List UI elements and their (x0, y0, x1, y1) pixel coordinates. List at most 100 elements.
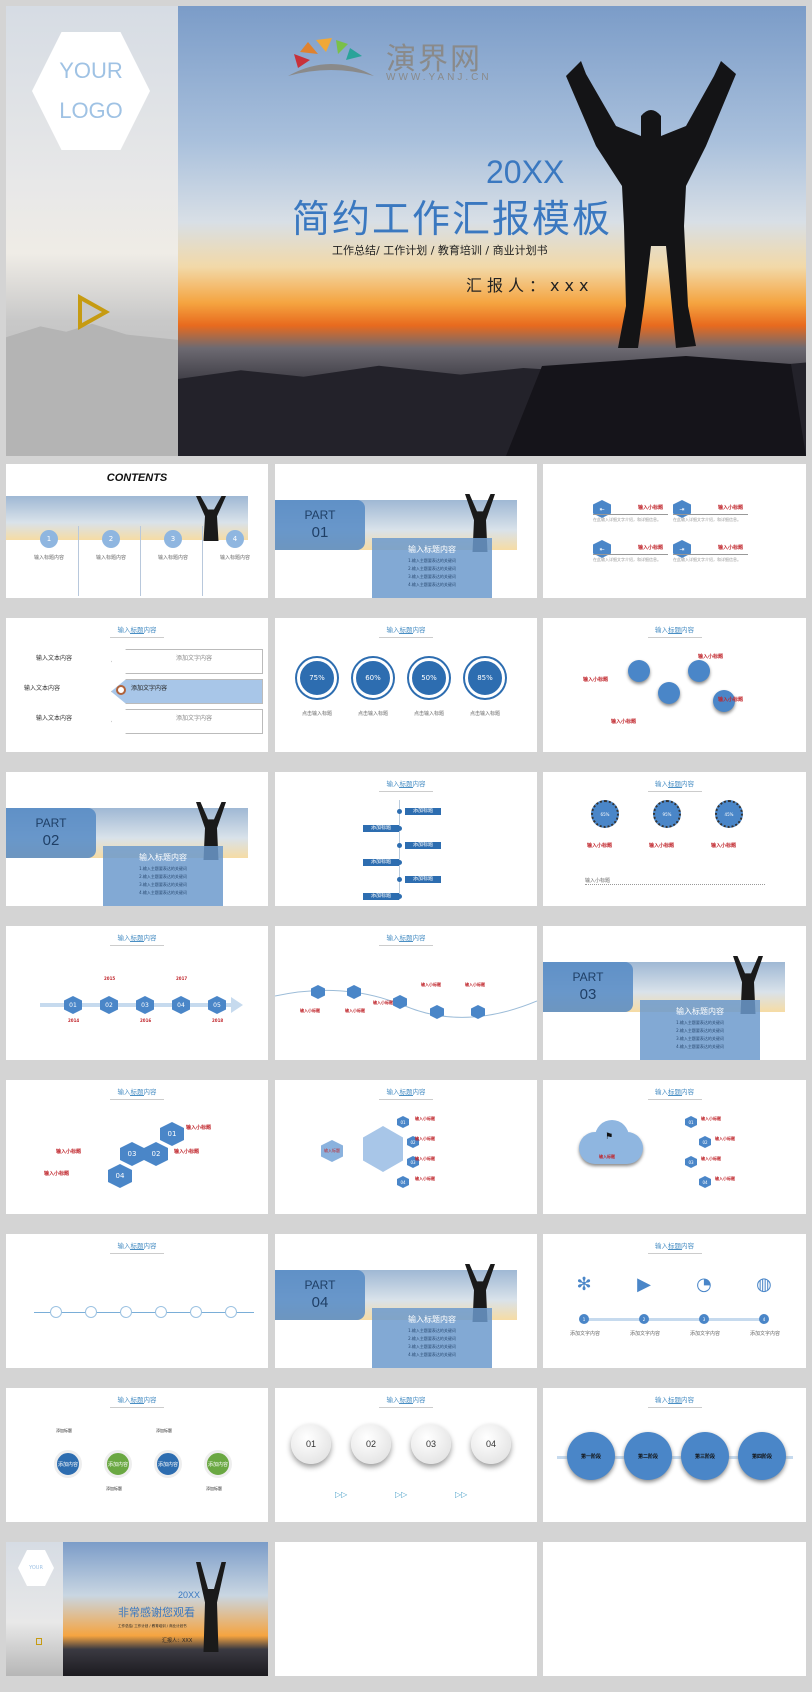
timeline-axis (399, 800, 400, 900)
slide-part-2[interactable]: PART 02 输入标题内容 1.输入主题要表达的关键词 2.输入主题要表达的关键词 3.… (6, 772, 268, 906)
slide-progress-rings[interactable]: 输入标题内容 75% 点击输入标题 60% 点击输入标题 50% 点击输入标题 85% 点击输入… (275, 618, 537, 752)
cloud-hex: 04 (699, 1176, 711, 1188)
small-title: 输入小标题 (698, 654, 724, 660)
wave-title: 添加标题 (106, 1486, 122, 1491)
timeline-node (85, 1306, 97, 1318)
slide-connected-circles[interactable]: 输入标题内容 输入小标题 输入小标题 输入小标题 输入小标题 (543, 618, 806, 752)
title-underline (667, 1403, 682, 1404)
title-underline (130, 1095, 144, 1096)
cloud-hex: 01 (685, 1116, 697, 1128)
small-desc: 在此输入详细文字介绍，和详细信息。 (673, 557, 741, 562)
cluster-hex: 02 (144, 1142, 168, 1166)
part-label-box: PART 03 (543, 962, 633, 1012)
slide-vertical-timeline[interactable]: 输入标题内容 添加标题 添加标题 添加标题 添加标题 添加标题 添加标题 (275, 772, 537, 906)
right-item: 添加文字内容 (131, 685, 168, 692)
title-underline (130, 633, 144, 634)
small-title: 输入小标题 (583, 677, 609, 683)
timeline-dot (397, 860, 402, 865)
part-keyword: 2.输入主题要表达的关键词 (676, 1028, 724, 1033)
slide-arrow-timeline[interactable]: 输入标题内容 01 2014 02 2015 03 2016 04 2017 05 2018 (6, 926, 268, 1060)
contents-number: 3 (164, 530, 182, 548)
cover-reporter: 汇报人：xxx (466, 276, 594, 295)
ring-label: 点击输入标题 (357, 711, 388, 717)
slide-curve-timeline[interactable]: 输入标题内容 输入小标题 输入小标题 输入小标题 输入小标题 输入小标题 (275, 926, 537, 1060)
part-keyword: 4.输入主题要表达的关键词 (676, 1044, 724, 1049)
cloud-label: 输入标题 (599, 1154, 615, 1159)
title-divider (647, 1099, 702, 1100)
clock-icon: ◔ (696, 1274, 712, 1295)
part-label: PART (304, 1278, 336, 1292)
cover-title: 简约工作汇报模板 (292, 197, 613, 241)
progress-ring: 60% (353, 658, 393, 698)
part-keyword: 2.输入主题要表达的关键词 (139, 874, 187, 879)
contents-number: 4 (226, 530, 244, 548)
title-underline (399, 787, 413, 788)
progress-ring: 85% (465, 658, 505, 698)
ring-label: 点击输入标题 (469, 711, 500, 717)
slide-3d-buttons[interactable]: 输入标题内容 01 ▷▷ 02 ▷▷ 03 ▷▷ 04 (275, 1388, 537, 1522)
3d-button: 04 (471, 1424, 511, 1464)
3d-button: 01 (291, 1424, 331, 1464)
part-number: 01 (311, 524, 329, 541)
strip-mountain (6, 323, 178, 456)
title-underline (130, 941, 144, 942)
slide-dials[interactable]: 输入标题内容 65% 输入小标题 95% 输入小标题 45% 输入小标题 输入小标题 (543, 772, 806, 906)
title-divider (379, 637, 433, 638)
small-title: 输入小标题 (465, 982, 485, 987)
slide-cloud[interactable]: 输入标题内容 ⚑ 输入标题 01 输入小标题 02 输入小标题 03 输入小标题 04 输入小标题 (543, 1080, 806, 1214)
line (593, 554, 668, 555)
dial: 65% (591, 800, 619, 828)
play-triangle-icon[interactable] (78, 294, 110, 330)
hex-icon: ⇥ (673, 500, 691, 518)
slide-part-4[interactable]: PART 04 输入标题内容 1.输入主题要表达的关键词 2.输入主题要表达的关键词 3.… (275, 1234, 537, 1368)
cluster-hex: 03 (120, 1142, 144, 1166)
right-item: 添加文字内容 (176, 715, 213, 722)
small-title: 输入小标题 (711, 843, 737, 849)
fan-icon: ✻ (576, 1274, 592, 1295)
slide-blank-1[interactable] (275, 1542, 537, 1676)
cover-slide[interactable]: YOUR LOGO 演界网 WWW.YANJ.CN 20XX 简约工作汇报模板 … (6, 6, 806, 456)
title-underline (667, 787, 682, 788)
slide-closing[interactable]: YOUR 20XX 非常感谢您观看 工作总结/ 工作计划 / 教育培训 / 商业计划书… (6, 1542, 268, 1676)
slide-arrow-list[interactable]: 输入标题内容 输入文本内容 添加文字内容 输入文本内容 添加文字内容 输入文本内容 添加文字… (6, 618, 268, 752)
dial: 45% (715, 800, 743, 828)
part-title-box: 输入标题内容 1.输入主题要表达的关键词 2.输入主题要表达的关键词 3.输入主题要表… (640, 1000, 760, 1060)
slide-hex-cluster[interactable]: 输入标题内容 01 02 03 04 输入小标题 输入小标题 输入小标题 输入小标题 (6, 1080, 268, 1214)
3d-button: 02 (351, 1424, 391, 1464)
slide-hex-network[interactable]: 输入标题内容 输入标题 01 02 03 04 输入小标题 输入小标题 输入小标题 输入小标题 (275, 1080, 537, 1214)
slide-wave-circles[interactable]: 输入标题内容 添加内容 添加标题 添加内容 添加标题 添加内容 添加标题 添加内容 添加标题 (6, 1388, 268, 1522)
step-number: 4 (759, 1314, 769, 1324)
closing-square-icon (36, 1638, 42, 1645)
add-title-tag: 添加标题 (363, 893, 399, 900)
title-underline (130, 1403, 144, 1404)
closing-year: 20XX (178, 1590, 201, 1600)
part-label: PART (572, 970, 604, 984)
title-divider (110, 1099, 164, 1100)
slide-contents[interactable]: CONTENTS 1 输入标题内容 2 输入标题内容 3 输入标题内容 4 输入标题内容 (6, 464, 268, 598)
slide-part-1[interactable]: PART 01 输入标题内容 1.输入主题要表达的关键词 2.输入主题要表达的关键词 3.… (275, 464, 537, 598)
slide-stages[interactable]: 输入标题内容 第一阶段 第二阶段 第三阶段 第四阶段 (543, 1388, 806, 1522)
small-title: 输入小标题 (638, 545, 664, 551)
step-label: 添加文字内容 (749, 1331, 780, 1337)
part-title: 输入标题内容 (676, 1007, 724, 1016)
hex-icon: ⇥ (673, 540, 691, 558)
wave-circle: 添加内容 (54, 1450, 82, 1478)
slide-hex-list[interactable]: ⇤ 输入小标题 在此输入详细文字介绍，和详细信息。 ⇥ 输入小标题 在此输入详细文字介绍，… (543, 464, 806, 598)
part-keyword: 1.输入主题要表达的关键词 (139, 866, 187, 871)
slide-part-3[interactable]: PART 03 输入标题内容 1.输入主题要表达的关键词 2.输入主题要表达的关键词 3.… (543, 926, 806, 1060)
wave-title: 添加标题 (56, 1428, 72, 1433)
divider (202, 526, 203, 596)
year-label: 2018 (212, 1018, 224, 1023)
slide-blank-2[interactable] (543, 1542, 806, 1676)
timeline-node (155, 1306, 167, 1318)
divider (140, 526, 141, 596)
slide-circle-timeline[interactable]: 输入标题内容 (6, 1234, 268, 1368)
timeline-dot (397, 826, 402, 831)
wave-circle: 添加内容 (154, 1450, 182, 1478)
small-title: 输入小标题 (718, 505, 744, 511)
slide-icon-steps[interactable]: 输入标题内容 ✻ 1 添加文字内容 ▶ 2 添加文字内容 ◔ 3 添加文字内容 ◍ 4 添加文字内容 (543, 1234, 806, 1368)
left-item: 输入文本内容 (24, 685, 61, 692)
small-title: 输入小标题 (415, 1136, 435, 1141)
double-arrow-icon: ▷▷ (395, 1490, 408, 1499)
left-item: 输入文本内容 (36, 655, 73, 662)
